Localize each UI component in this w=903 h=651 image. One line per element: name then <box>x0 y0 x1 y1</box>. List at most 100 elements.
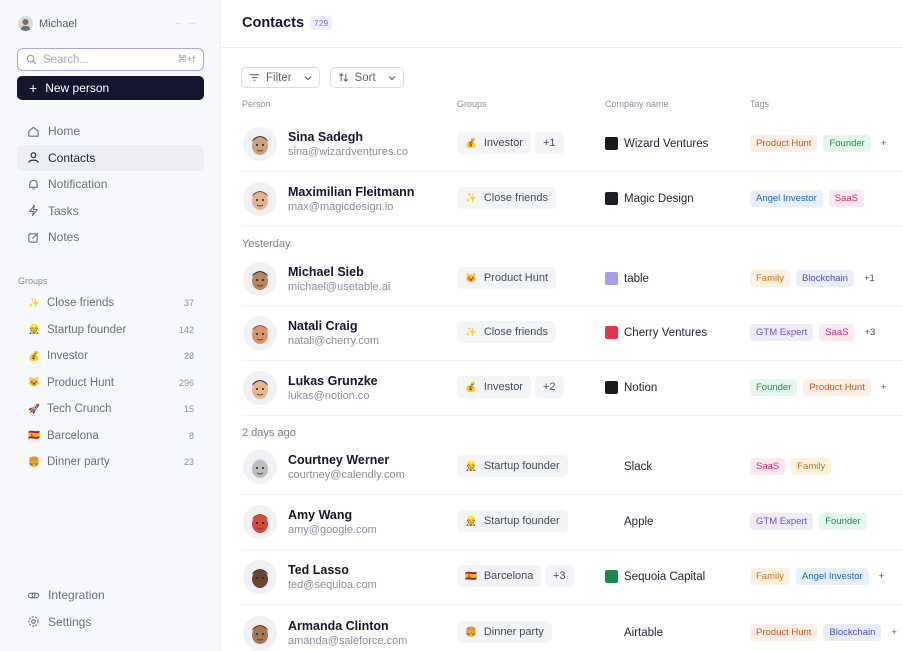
group-chip-label: Investor <box>483 137 523 149</box>
group-item-dinner-party[interactable]: 🍔 Dinner party 23 <box>17 449 204 476</box>
tag-badge[interactable]: Family <box>750 270 790 287</box>
tag-badge[interactable]: Product Hunt <box>750 624 818 641</box>
contact-name[interactable]: Michael Sieb <box>288 265 364 279</box>
group-item-tech-crunch[interactable]: 🚀 Tech Crunch 15 <box>17 396 204 423</box>
group-item-close-friends[interactable]: ✨ Close friends 37 <box>17 290 204 317</box>
table-row[interactable]: Natali Craig natali@cherry.com ✨ Close frie… <box>241 307 903 361</box>
column-header-person[interactable]: Person <box>242 99 271 109</box>
contact-name[interactable]: Maximilian Fleitmann <box>288 185 414 199</box>
group-chip[interactable]: 😺 Product Hunt <box>457 267 557 289</box>
more-tags-badge[interactable]: + <box>877 135 891 152</box>
group-chip[interactable]: 💰 Investor <box>457 132 531 154</box>
contact-name[interactable]: Armanda Clinton <box>288 619 389 633</box>
history-arrows[interactable]: ←→ <box>174 17 200 28</box>
tag-badge[interactable]: Founder <box>750 379 798 396</box>
forward-arrow-icon[interactable]: → <box>187 17 200 28</box>
table-row[interactable]: Armanda Clinton amanda@saleforce.com 🍔 Dinn… <box>241 607 903 651</box>
group-chip[interactable]: 👷 Startup founder <box>457 455 568 477</box>
company-name: Slack <box>624 460 653 473</box>
table-row[interactable]: Michael Sieb michael@usetable.ai 😺 Product … <box>241 253 903 307</box>
tag-badge[interactable]: Family <box>791 458 832 475</box>
tag-badge[interactable]: Product Hunt <box>803 379 871 396</box>
group-chip[interactable]: ✨ Close friends <box>457 187 557 209</box>
nav-item-home[interactable]: Home <box>17 118 204 145</box>
search-input[interactable] <box>43 53 178 66</box>
more-groups-chip[interactable]: +3 <box>545 565 574 587</box>
contact-name[interactable]: Lukas Grunzke <box>288 374 378 388</box>
company-cell[interactable]: table <box>605 272 649 285</box>
group-item-investor[interactable]: 💰 Investor 28 <box>17 343 204 370</box>
filter-button[interactable]: Filter <box>241 67 320 88</box>
company-cell[interactable]: Slack <box>605 460 652 473</box>
contact-name[interactable]: Natali Craig <box>288 319 357 333</box>
contact-email: sina@wizardventures.co <box>288 146 408 158</box>
column-header-tags[interactable]: Tags <box>750 99 769 109</box>
filter-icon <box>249 74 260 81</box>
column-header-company[interactable]: Company name <box>605 99 669 109</box>
more-tags-badge[interactable]: +1 <box>860 270 879 287</box>
more-groups-chip[interactable]: +2 <box>535 376 564 398</box>
company-cell[interactable]: Magic Design <box>605 192 694 205</box>
company-cell[interactable]: Notion <box>605 381 657 394</box>
company-cell[interactable]: Apple <box>605 515 653 528</box>
company-cell[interactable]: Airtable <box>605 626 663 639</box>
column-header-groups[interactable]: Groups <box>457 99 487 109</box>
more-tags-badge[interactable]: +3 <box>860 324 879 341</box>
company-cell[interactable]: Wizard Ventures <box>605 137 708 150</box>
tag-badge[interactable]: SaaS <box>819 324 855 341</box>
table-row[interactable]: Lukas Grunzke lukas@notion.co 💰 Investor +2 N… <box>241 362 903 416</box>
group-chip[interactable]: 👷 Startup founder <box>457 510 568 532</box>
more-groups-chip[interactable]: +1 <box>535 132 564 154</box>
table-row[interactable]: Ted Lasso ted@sequioa.com 🇪🇸 Barcelona +3 Seq… <box>241 551 903 605</box>
more-tags-badge[interactable]: + <box>877 379 891 396</box>
table-row[interactable]: Maximilian Fleitmann max@magicdesign.io ✨ C… <box>241 173 903 227</box>
company-cell[interactable]: Cherry Ventures <box>605 326 707 339</box>
group-chip[interactable]: 🍔 Dinner party <box>457 621 552 643</box>
more-tags-badge[interactable]: + <box>887 624 901 641</box>
tag-badge[interactable]: Product Hunt <box>750 135 818 152</box>
tags-cell: Product Hunt Founder + <box>750 135 890 152</box>
tag-badge[interactable]: SaaS <box>750 458 786 475</box>
tag-badge[interactable]: Blockchain <box>795 270 854 287</box>
tag-badge[interactable]: Family <box>750 568 790 585</box>
company-logo-icon <box>605 326 618 339</box>
company-name: Cherry Ventures <box>624 326 708 339</box>
group-count: 23 <box>183 457 194 468</box>
group-chip[interactable]: 🇪🇸 Barcelona <box>457 565 542 587</box>
tag-badge[interactable]: GTM Expert <box>750 513 814 530</box>
tag-badge[interactable]: GTM Expert <box>750 324 814 341</box>
contact-name[interactable]: Ted Lasso <box>288 563 349 577</box>
tag-badge[interactable]: Founder <box>823 135 871 152</box>
nav-item-notification[interactable]: Notification <box>17 171 204 198</box>
new-person-button[interactable]: + New person <box>17 76 204 100</box>
back-arrow-icon[interactable]: ← <box>174 17 187 28</box>
table-row[interactable]: Courtney Werner courtney@calendly.com 👷 Sta… <box>241 441 903 495</box>
sort-button[interactable]: Sort <box>329 67 404 88</box>
nav-item-contacts[interactable]: Contacts <box>17 144 204 171</box>
search-box[interactable]: ⌘+f <box>17 48 204 71</box>
table-row[interactable]: Amy Wang amy@google.com 👷 Startup founder Ap… <box>241 496 903 550</box>
tag-badge[interactable]: Blockchain <box>823 624 882 641</box>
more-tags-badge[interactable]: + <box>875 568 889 585</box>
contact-name[interactable]: Amy Wang <box>288 508 352 522</box>
nav-item-integration[interactable]: Integration <box>17 582 204 609</box>
group-chip[interactable]: 💰 Investor <box>457 376 531 398</box>
nav-item-settings[interactable]: Settings <box>17 609 204 636</box>
new-person-label: New person <box>45 81 110 95</box>
group-chip[interactable]: ✨ Close friends <box>457 321 557 343</box>
tag-badge[interactable]: Angel Investor <box>795 568 869 585</box>
company-cell[interactable]: Sequoia Capital <box>605 570 705 583</box>
contact-name[interactable]: Sina Sadegh <box>288 130 363 144</box>
table-row[interactable]: Sina Sadegh sina@wizardventures.co 💰 Invest… <box>241 118 903 172</box>
tag-badge[interactable]: Angel Investor <box>750 190 823 207</box>
nav-item-notes[interactable]: Notes <box>17 224 204 251</box>
group-item-product-hunt[interactable]: 😺 Product Hunt 296 <box>17 370 204 397</box>
user-profile[interactable]: Michael <box>18 16 77 31</box>
nav-item-tasks[interactable]: Tasks <box>17 198 204 225</box>
tag-badge[interactable]: SaaS <box>828 190 864 207</box>
group-chip-label: Startup founder <box>483 515 560 527</box>
tag-badge[interactable]: Founder <box>819 513 867 530</box>
group-item-barcelona[interactable]: 🇪🇸 Barcelona 8 <box>17 423 204 450</box>
contact-name[interactable]: Courtney Werner <box>288 453 389 467</box>
group-item-startup-founder[interactable]: 👷 Startup founder 142 <box>17 317 204 344</box>
